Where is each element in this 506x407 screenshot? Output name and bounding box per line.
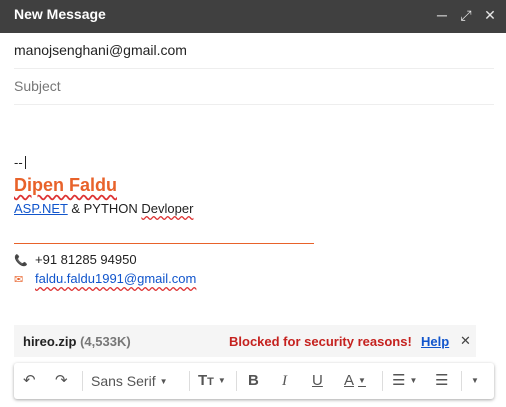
align-icon[interactable]: ☰ ▼ xyxy=(392,371,417,391)
message-body[interactable]: -- Dipen Faldu ASP.NET & PYTHON Devloper… xyxy=(14,150,494,300)
subject-placeholder: Subject xyxy=(14,78,61,94)
toolbar-divider xyxy=(382,371,383,391)
to-recipient: manojsenghani@gmail.com xyxy=(14,42,187,58)
toolbar-divider xyxy=(82,371,83,391)
to-field[interactable]: manojsenghani@gmail.com xyxy=(14,33,494,69)
signature-email-link[interactable]: faldu.faldu1991@gmail.com xyxy=(35,271,196,286)
toolbar-divider xyxy=(236,371,237,391)
minimize-icon[interactable]: ─ xyxy=(434,6,450,24)
numbered-list-icon[interactable]: ☰ xyxy=(435,371,448,391)
toolbar-divider xyxy=(461,371,462,391)
more-formatting-icon[interactable]: ▼ xyxy=(471,371,479,391)
mail-icon: ✉ xyxy=(14,274,24,286)
text-color-icon[interactable]: A ▼ xyxy=(344,371,366,391)
expand-icon[interactable]: ⤢ xyxy=(458,6,474,24)
signature-email: ✉ faldu.faldu1991@gmail.com xyxy=(14,271,196,286)
window-titlebar: New Message ─ ⤢ ✕ xyxy=(0,0,506,33)
attachment-size: (4,533K) xyxy=(80,334,131,349)
signature-phone: 📞 +91 81285 94950 xyxy=(14,252,137,267)
help-link[interactable]: Help xyxy=(421,334,449,349)
font-family-select[interactable]: Sans Serif ▼ xyxy=(91,371,168,392)
signature-role: ASP.NET & PYTHON Devloper xyxy=(14,201,194,216)
signature-divider xyxy=(14,243,314,244)
undo-icon[interactable]: ↶ xyxy=(23,371,36,391)
signature-role-link[interactable]: ASP.NET xyxy=(14,201,68,216)
formatting-toolbar: ↶ ↷ Sans Serif ▼ TT ▼ B I U A ▼ ☰ ▼ ☰ ▼ xyxy=(14,363,494,399)
text-caret xyxy=(24,156,26,169)
close-icon[interactable]: ✕ xyxy=(482,6,498,24)
attachment-chip: hireo.zip (4,533K) Blocked for security … xyxy=(14,325,476,357)
underline-icon[interactable]: U xyxy=(312,371,323,391)
toolbar-divider xyxy=(189,371,190,391)
attachment-name: hireo.zip (4,533K) xyxy=(23,334,131,349)
redo-icon[interactable]: ↷ xyxy=(55,371,68,391)
attachment-blocked-message: Blocked for security reasons! xyxy=(229,334,412,349)
italic-icon[interactable]: I xyxy=(282,371,287,391)
signature-separator: -- xyxy=(14,155,26,170)
window-title: New Message xyxy=(14,6,106,22)
remove-attachment-icon[interactable]: ✕ xyxy=(460,333,471,349)
signature-name: Dipen Faldu xyxy=(14,175,117,195)
bold-icon[interactable]: B xyxy=(248,371,259,391)
phone-icon: 📞 xyxy=(14,255,28,267)
subject-field[interactable]: Subject xyxy=(14,69,494,105)
text-size-icon[interactable]: TT ▼ xyxy=(198,371,226,392)
